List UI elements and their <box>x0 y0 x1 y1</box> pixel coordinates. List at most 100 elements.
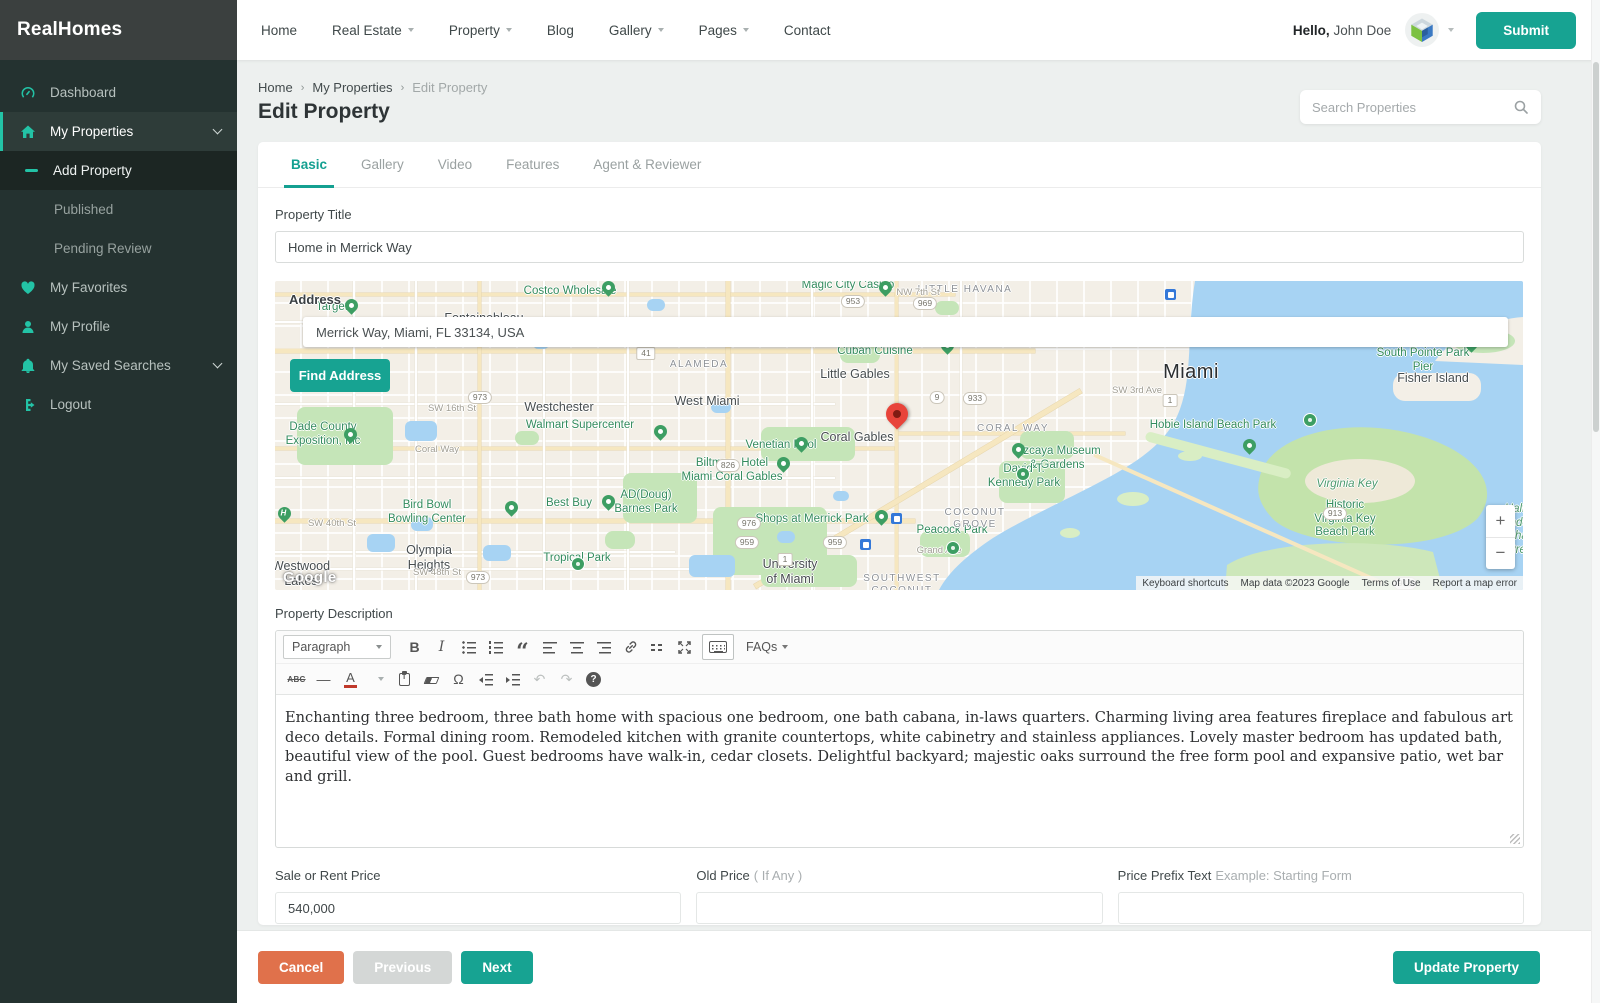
map-lake <box>689 555 735 577</box>
undo-icon[interactable]: ↶ <box>527 667 552 691</box>
align-right-icon[interactable] <box>591 635 616 659</box>
tab-gallery[interactable]: Gallery <box>354 142 411 187</box>
paste-as-text-icon[interactable] <box>392 667 417 691</box>
breadcrumb-my-properties[interactable]: My Properties <box>312 80 392 95</box>
terms-link[interactable]: Terms of Use <box>1356 578 1427 589</box>
sidebar-item-my-favorites[interactable]: My Favorites <box>0 268 237 307</box>
map-lake <box>367 534 395 552</box>
link-icon[interactable] <box>618 635 643 659</box>
sidebar-item-dashboard[interactable]: Dashboard <box>0 73 237 112</box>
google-logo: Google <box>283 569 336 586</box>
format-select[interactable]: Paragraph <box>283 635 391 659</box>
indent-icon[interactable] <box>500 667 525 691</box>
nav-item-property[interactable]: Property <box>449 23 512 38</box>
vertical-scrollbar[interactable] <box>1591 0 1600 1003</box>
strikethrough-icon[interactable]: ABC <box>284 667 309 691</box>
sale-price-input[interactable] <box>275 892 681 924</box>
sidebar-item-published[interactable]: Published <box>0 190 237 229</box>
zoom-in-button[interactable]: + <box>1486 505 1515 537</box>
tab-agent-reviewer[interactable]: Agent & Reviewer <box>586 142 708 187</box>
cancel-button[interactable]: Cancel <box>258 951 344 984</box>
read-more-icon[interactable] <box>645 635 670 659</box>
align-left-icon[interactable] <box>537 635 562 659</box>
sidebar-item-add-property[interactable]: Add Property <box>0 151 237 190</box>
sidebar-item-my-saved-searches[interactable]: My Saved Searches <box>0 346 237 385</box>
blockquote-icon[interactable]: “ <box>510 635 535 659</box>
map-route-shield: 41 <box>636 347 655 360</box>
previous-button[interactable]: Previous <box>353 951 452 984</box>
chevron-down-icon[interactable] <box>1448 28 1454 32</box>
footer-action-bar: Cancel Previous Next Update Property <box>237 930 1600 1003</box>
report-error-link[interactable]: Report a map error <box>1427 578 1523 589</box>
clear-formatting-icon[interactable] <box>419 667 444 691</box>
align-center-icon[interactable] <box>564 635 589 659</box>
chevron-down-icon <box>213 359 223 369</box>
property-title-input[interactable] <box>275 231 1524 263</box>
redo-icon[interactable]: ↷ <box>554 667 579 691</box>
page-title: Edit Property <box>258 100 390 124</box>
map-route-shield: 933 <box>963 392 987 405</box>
sidebar-item-my-profile[interactable]: My Profile <box>0 307 237 346</box>
nav-item-home[interactable]: Home <box>261 23 297 38</box>
nav-label: Gallery <box>609 23 652 38</box>
nav-item-gallery[interactable]: Gallery <box>609 23 664 38</box>
format-select-value: Paragraph <box>292 640 350 654</box>
fullscreen-icon[interactable] <box>672 635 697 659</box>
faqs-dropdown[interactable]: FAQs <box>746 640 788 654</box>
outdent-icon[interactable] <box>473 667 498 691</box>
sidebar-item-pending-review[interactable]: Pending Review <box>0 229 237 268</box>
address-input[interactable] <box>303 317 1508 347</box>
find-address-button[interactable]: Find Address <box>290 359 390 392</box>
map-route-shield: 953 <box>841 295 865 308</box>
nav-item-pages[interactable]: Pages <box>699 23 749 38</box>
map-route-shield: 959 <box>823 536 847 549</box>
map-lake <box>833 491 849 501</box>
search-icon[interactable] <box>1513 99 1529 115</box>
old-price-field: Old Price( If Any ) <box>696 868 1102 924</box>
scrollbar-thumb[interactable] <box>1593 62 1599 432</box>
tab-features[interactable]: Features <box>499 142 566 187</box>
help-icon[interactable]: ? <box>581 667 606 691</box>
nav-item-contact[interactable]: Contact <box>784 23 831 38</box>
editor-toolbar-row2: ABC — A Ω ↶ ↷ ? <box>276 664 1523 695</box>
update-property-button[interactable]: Update Property <box>1393 951 1540 984</box>
nav-item-real-estate[interactable]: Real Estate <box>332 23 414 38</box>
nav-item-blog[interactable]: Blog <box>547 23 574 38</box>
zoom-out-button[interactable]: − <box>1486 537 1515 570</box>
map[interactable]: Address Find Address + − Google Keyboard… <box>275 281 1523 590</box>
tab-basic[interactable]: Basic <box>284 142 334 187</box>
avatar[interactable] <box>1405 13 1439 47</box>
top-navbar: Home Real Estate Property Blog Gallery P… <box>237 0 1600 60</box>
breadcrumb: Home › My Properties › Edit Property <box>258 80 487 95</box>
nav-label: Blog <box>547 23 574 38</box>
sidebar-item-logout[interactable]: Logout <box>0 385 237 424</box>
keyboard-shortcuts-link[interactable]: Keyboard shortcuts <box>1136 578 1234 589</box>
numbered-list-icon[interactable] <box>483 635 508 659</box>
sidebar-item-label: My Favorites <box>50 280 127 295</box>
chevron-down-icon <box>376 645 382 649</box>
logout-icon <box>19 396 36 413</box>
submit-button[interactable]: Submit <box>1476 12 1576 49</box>
main-content: Home › My Properties › Edit Property Edi… <box>237 60 1600 930</box>
map-park <box>515 431 539 445</box>
toolbar-toggle-icon[interactable] <box>702 634 734 660</box>
text-color-icon[interactable]: A <box>338 667 363 691</box>
tab-video[interactable]: Video <box>431 142 479 187</box>
next-button[interactable]: Next <box>461 951 532 984</box>
horizontal-rule-icon[interactable]: — <box>311 667 336 691</box>
sidebar-item-my-properties[interactable]: My Properties <box>0 112 237 151</box>
map-park <box>935 301 959 315</box>
special-character-icon[interactable]: Ω <box>446 667 471 691</box>
resize-handle[interactable] <box>1510 834 1520 844</box>
text-color-caret[interactable] <box>365 667 390 691</box>
breadcrumb-home[interactable]: Home <box>258 80 293 95</box>
italic-icon[interactable]: I <box>429 635 454 659</box>
bold-icon[interactable]: B <box>402 635 427 659</box>
price-prefix-label: Price Prefix TextExample: Starting Form <box>1118 868 1524 883</box>
description-editor-content[interactable]: Enchanting three bedroom, three bath hom… <box>276 695 1523 847</box>
price-prefix-field: Price Prefix TextExample: Starting Form <box>1118 868 1524 924</box>
old-price-input[interactable] <box>696 892 1102 924</box>
price-prefix-input[interactable] <box>1118 892 1524 924</box>
bullet-list-icon[interactable] <box>456 635 481 659</box>
search-input[interactable] <box>1312 100 1513 115</box>
